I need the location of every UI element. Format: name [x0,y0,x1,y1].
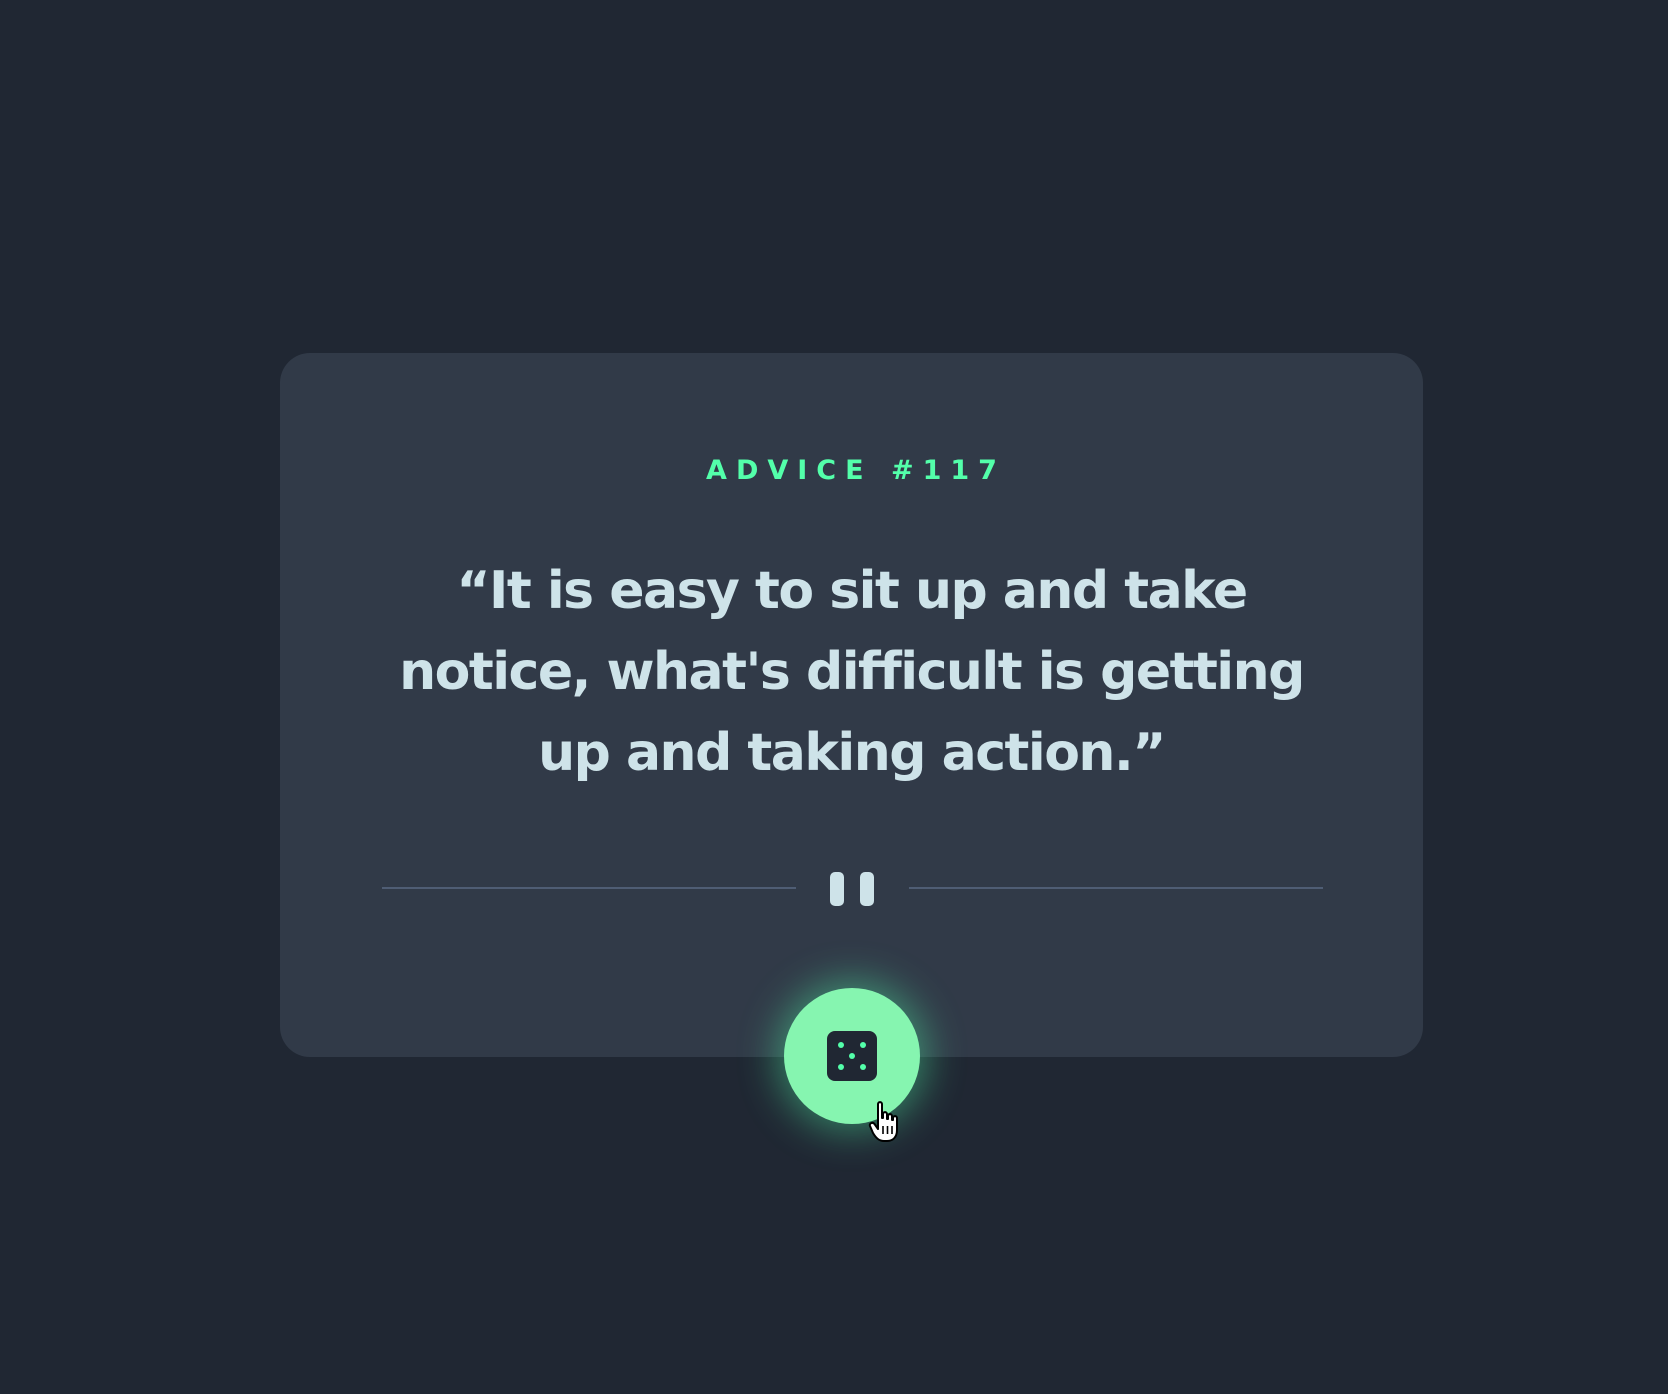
advice-quote: “It is easy to sit up and take notice, w… [399,561,1305,783]
divider-line-right [909,887,1323,889]
dice-pip [849,1053,855,1059]
dice-pip [860,1064,866,1070]
advice-card: ADVICE #117 “It is easy to sit up and ta… [280,353,1423,1057]
dice-pip [838,1064,844,1070]
dice-icon [827,1031,877,1081]
pattern-divider [382,868,1323,908]
pause-bar-right [860,872,874,906]
advice-id-label: ADVICE #117 [706,455,1006,486]
pause-bar-left [830,872,844,906]
new-advice-button[interactable] [784,988,920,1124]
divider-line-left [382,887,796,889]
dice-pip [860,1042,866,1048]
pause-icon [830,872,874,906]
dice-pip [838,1042,844,1048]
